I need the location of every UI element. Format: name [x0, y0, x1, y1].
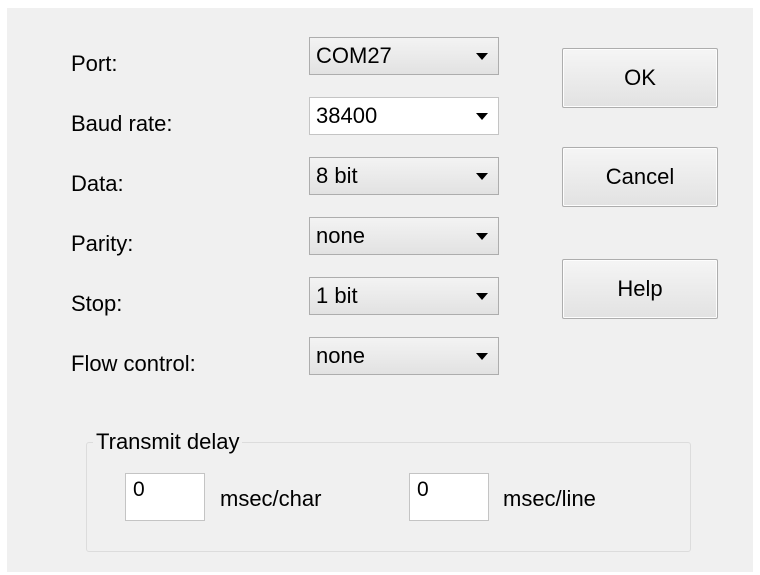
msec-per-line-input[interactable]: [409, 473, 489, 521]
data-bits-value: 8 bit: [316, 163, 358, 188]
parity-value: none: [316, 223, 365, 248]
port-select-value: COM27: [316, 43, 392, 68]
stop-bits-select[interactable]: 1 bit: [309, 277, 499, 315]
chevron-down-icon[interactable]: [476, 353, 488, 360]
flow-control-select[interactable]: none: [309, 337, 499, 375]
parity-select[interactable]: none: [309, 217, 499, 255]
stop-bits-value: 1 bit: [316, 283, 358, 308]
baud-rate-value[interactable]: 38400: [316, 103, 377, 129]
transmit-delay-title: Transmit delay: [93, 429, 243, 455]
chevron-down-icon[interactable]: [476, 53, 488, 60]
chevron-down-icon[interactable]: [476, 173, 488, 180]
port-select[interactable]: COM27: [309, 37, 499, 75]
parity-label: Parity:: [71, 231, 134, 256]
help-button[interactable]: Help: [562, 259, 718, 319]
data-bits-select[interactable]: 8 bit: [309, 157, 499, 195]
chevron-down-icon[interactable]: [476, 113, 488, 120]
transmit-delay-group: Transmit delay msec/char msec/line: [86, 429, 691, 552]
serial-port-setup-dialog: Port: COM27 Baud rate: 38400 Data: 8 bit…: [7, 8, 753, 572]
baud-rate-combo[interactable]: 38400: [309, 97, 499, 135]
baud-rate-label: Baud rate:: [71, 111, 173, 136]
chevron-down-icon[interactable]: [476, 233, 488, 240]
stop-bits-label: Stop:: [71, 291, 123, 316]
msec-per-char-input[interactable]: [125, 473, 205, 521]
flow-control-label: Flow control:: [71, 351, 196, 376]
msec-per-char-label: msec/char: [220, 486, 322, 511]
data-bits-label: Data:: [71, 171, 124, 196]
port-label: Port:: [71, 51, 118, 76]
chevron-down-icon[interactable]: [476, 293, 488, 300]
msec-per-line-label: msec/line: [503, 486, 596, 511]
flow-control-value: none: [316, 343, 365, 368]
ok-button[interactable]: OK: [562, 48, 718, 108]
cancel-button[interactable]: Cancel: [562, 147, 718, 207]
